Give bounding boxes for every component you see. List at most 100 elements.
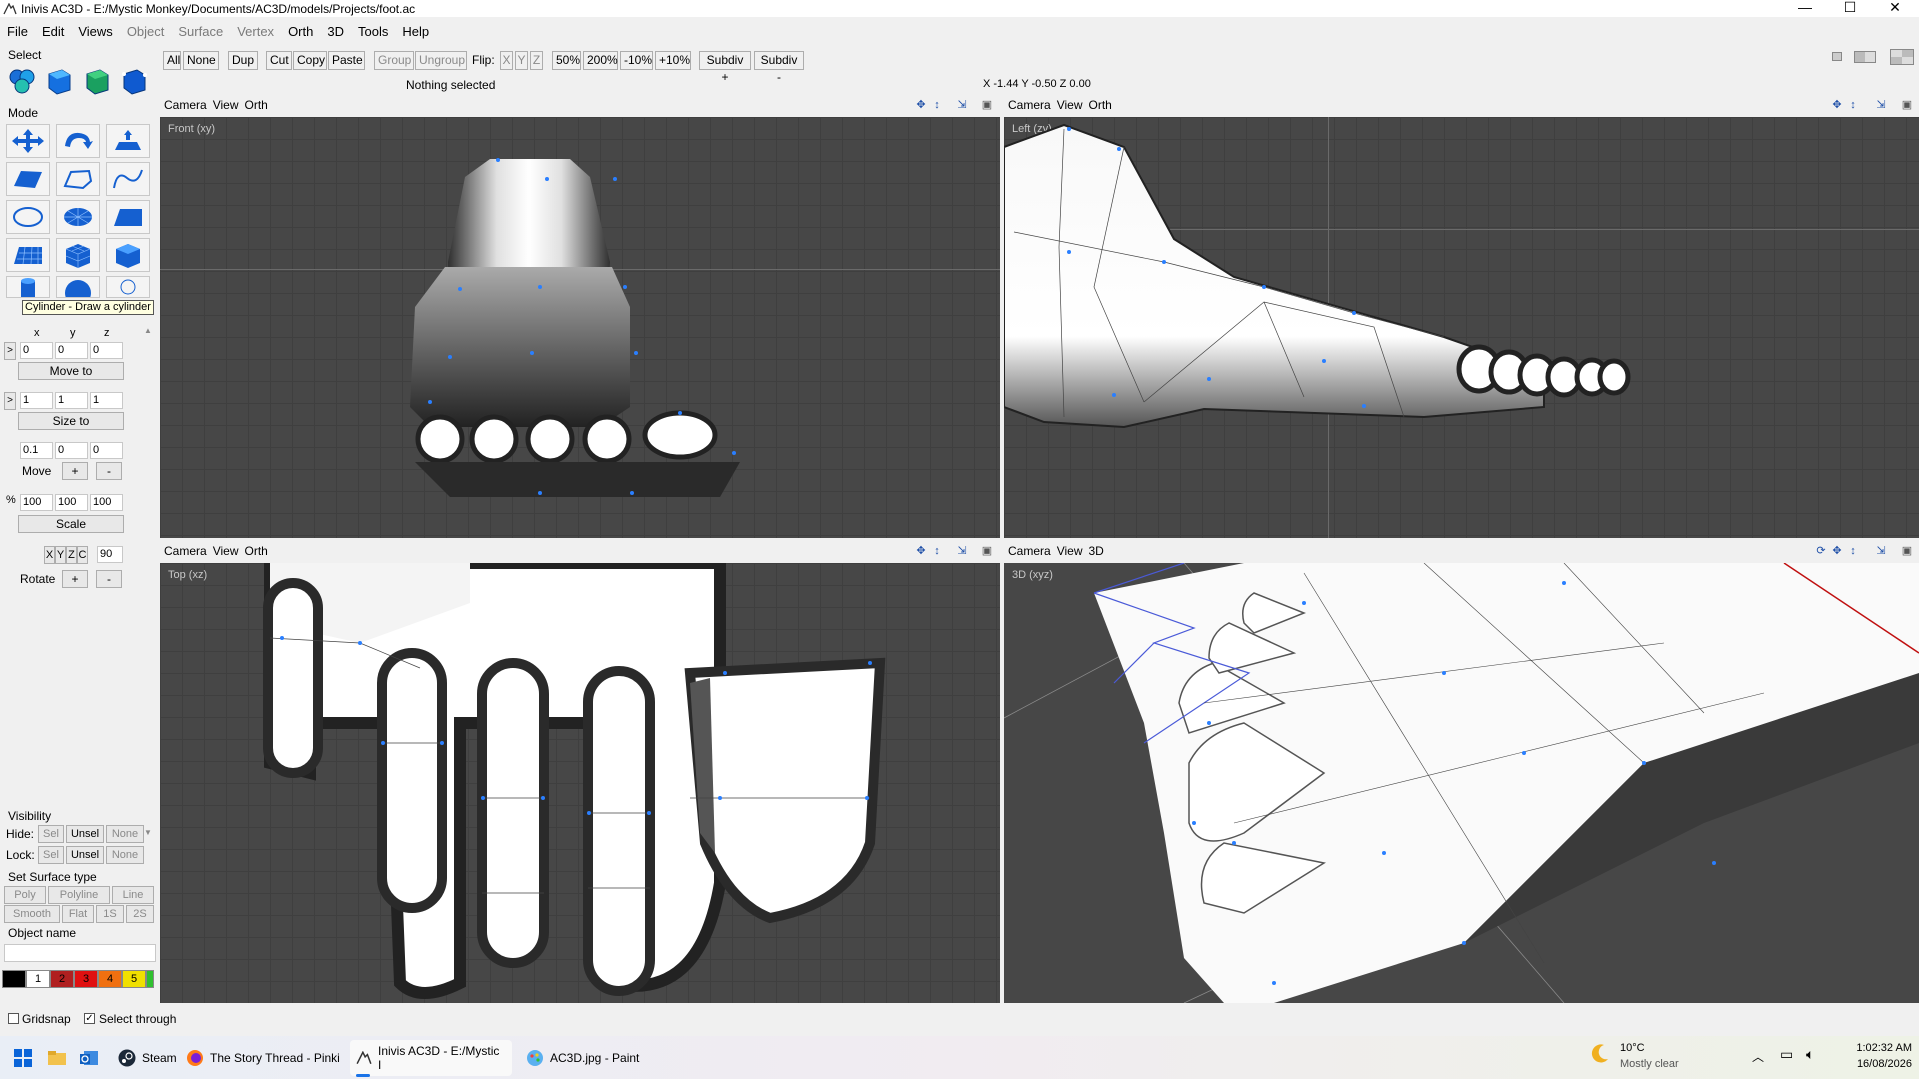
outlook-icon[interactable] [80,1040,98,1076]
size-y-field[interactable]: 1 [55,392,88,409]
select-object-mode-icon[interactable] [42,64,76,98]
object-name-field[interactable] [4,944,156,962]
draw-circle-icon[interactable] [6,200,50,234]
surface-smooth-button[interactable]: Smooth [4,905,60,923]
maximize-button[interactable]: ☐ [1830,0,1870,17]
rotate-axis-z-button[interactable]: Z [66,546,77,564]
copy-position-button[interactable]: > [4,342,16,360]
scale-y-field[interactable]: 100 [55,494,88,511]
hide-unselected-button[interactable]: Unsel [66,825,104,843]
paste-button[interactable]: Paste [328,51,365,70]
chevron-up-icon[interactable]: ︿ [1752,1048,1764,1065]
subdiv-minus-button[interactable]: Subdiv - [754,51,804,84]
surface-flat-button[interactable]: Flat [62,905,94,923]
layout-four-icon[interactable] [1890,49,1914,65]
flip-z-button[interactable]: Z [530,51,543,70]
hide-selected-button[interactable]: Sel [38,825,64,843]
surface-2s-button[interactable]: 2S [126,905,154,923]
position-y-field[interactable]: 0 [55,342,88,359]
color-swatch[interactable]: 1 [26,970,50,988]
view-menu[interactable]: View [213,544,239,558]
duplicate-button[interactable]: Dup [228,51,258,70]
maximize-viewport-icon[interactable]: ▣ [980,98,994,112]
reset-view-icon[interactable]: ⇲ [1874,544,1888,558]
zoom-icon[interactable]: ↕ [1846,544,1860,558]
lock-none-button[interactable]: None [106,846,144,864]
zoom-50-button[interactable]: 50% [552,51,581,70]
draw-grid-box-icon[interactable] [56,238,100,272]
menu-object[interactable]: Object [120,24,172,39]
draw-disk-icon[interactable] [56,200,100,234]
color-swatch[interactable] [2,970,26,988]
surface-polyline-button[interactable]: Polyline [48,886,110,904]
size-z-field[interactable]: 1 [90,392,123,409]
group-button[interactable]: Group [374,51,414,70]
reset-view-icon[interactable]: ⇲ [955,98,969,112]
draw-line-icon[interactable] [106,162,150,196]
viewport-top[interactable]: Top (xz) [160,563,1000,1003]
taskbar-paint[interactable]: AC3D.jpg - Paint [520,1040,645,1076]
hide-none-button[interactable]: None [106,825,144,843]
file-explorer-icon[interactable] [48,1040,66,1076]
3d-menu[interactable]: 3D [1088,544,1103,558]
copy-size-button[interactable]: > [4,392,16,410]
rotate-plus-button[interactable]: + [62,570,88,588]
lock-unselected-button[interactable]: Unsel [66,846,104,864]
scale-x-field[interactable]: 100 [20,494,53,511]
menu-tools[interactable]: Tools [351,24,395,39]
surface-line-button[interactable]: Line [112,886,154,904]
camera-menu[interactable]: Camera [1008,544,1051,558]
view-menu[interactable]: View [1057,544,1083,558]
rotate-minus-button[interactable]: - [96,570,122,588]
select-all-button[interactable]: All [163,51,181,70]
zoom-icon[interactable]: ↕ [930,544,944,558]
taskbar-steam[interactable]: Steam [112,1040,183,1076]
viewport-left[interactable]: Left (zy) [1004,117,1919,538]
select-through-checkbox[interactable]: ✓ [84,1013,95,1024]
panel-scroll-up-icon[interactable]: ▲ [144,326,152,335]
flip-x-button[interactable]: X [500,51,513,70]
menu-surface[interactable]: Surface [171,24,230,39]
menu-orth[interactable]: Orth [281,24,320,39]
zoom-200-button[interactable]: 200% [583,51,618,70]
draw-sphere-icon[interactable] [56,276,100,298]
network-icon[interactable]: ▭ [1780,1046,1793,1063]
move-minus-button[interactable]: - [96,462,122,480]
zoom-plus10-button[interactable]: +10% [655,51,691,70]
move-y-field[interactable]: 0 [55,442,88,459]
camera-menu[interactable]: Camera [164,544,207,558]
move-plus-button[interactable]: + [62,462,88,480]
select-group-mode-icon[interactable] [5,64,39,98]
draw-mesh-icon[interactable] [6,238,50,272]
menu-file[interactable]: File [0,24,35,39]
select-none-button[interactable]: None [183,51,219,70]
subdiv-plus-button[interactable]: Subdiv + [699,51,751,84]
view-menu[interactable]: View [1057,98,1083,112]
move-tool-icon[interactable] [6,124,50,158]
orth-menu[interactable]: Orth [244,98,267,112]
view-menu[interactable]: View [213,98,239,112]
color-swatch[interactable]: 5 [122,970,146,988]
zoom-icon[interactable]: ↕ [930,98,944,112]
start-button[interactable] [14,1040,32,1076]
reset-view-icon[interactable]: ⇲ [955,544,969,558]
draw-text-icon[interactable] [106,276,150,298]
zoom-icon[interactable]: ↕ [1846,98,1860,112]
pan-icon[interactable]: ✥ [914,98,928,112]
menu-3d[interactable]: 3D [320,24,351,39]
maximize-viewport-icon[interactable]: ▣ [980,544,994,558]
taskbar-ac3d[interactable]: Inivis AC3D - E:/Mystic I [350,1040,512,1076]
pan-icon[interactable]: ✥ [914,544,928,558]
draw-polyline-icon[interactable] [56,162,100,196]
size-to-button[interactable]: Size to [18,412,124,430]
viewport-3d[interactable]: 3D (xyz) [1004,563,1919,1003]
maximize-viewport-icon[interactable]: ▣ [1900,98,1914,112]
draw-rectangle-icon[interactable] [106,200,150,234]
draw-cylinder-icon[interactable] [6,276,50,298]
position-x-field[interactable]: 0 [20,342,53,359]
rotate-axis-c-button[interactable]: C [77,546,88,564]
rotate-axis-x-button[interactable]: X [44,546,55,564]
move-to-button[interactable]: Move to [18,362,124,380]
weather-icon[interactable] [1588,1041,1612,1068]
camera-menu[interactable]: Camera [1008,98,1051,112]
